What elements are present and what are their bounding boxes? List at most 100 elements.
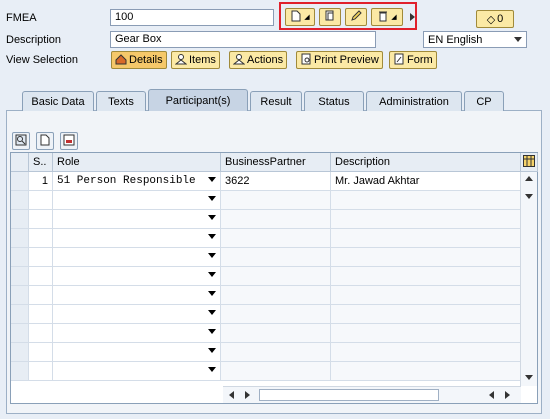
row-selector[interactable] [11, 305, 29, 324]
tab-status[interactable]: Status [304, 91, 364, 111]
delete-button[interactable]: ◢ [371, 8, 403, 26]
scroll-down-bottom-icon[interactable] [525, 375, 533, 380]
chevron-down-icon[interactable] [208, 215, 216, 220]
cell-partner[interactable] [221, 362, 331, 381]
table-row[interactable] [11, 305, 521, 324]
cell-role[interactable] [53, 286, 221, 305]
column-settings-button[interactable] [521, 153, 538, 172]
table-row[interactable] [11, 210, 521, 229]
cell-role[interactable] [53, 267, 221, 286]
row-selector[interactable] [11, 229, 29, 248]
column-header-partner[interactable]: BusinessPartner [221, 153, 331, 172]
copy-button[interactable] [319, 8, 341, 26]
cell-partner[interactable] [221, 324, 331, 343]
magnifier-icon [15, 134, 27, 149]
chevron-down-icon[interactable] [208, 234, 216, 239]
scroll-left-icon[interactable] [229, 391, 234, 399]
language-select[interactable]: EN English [423, 31, 527, 48]
fmea-field[interactable]: 100 [110, 9, 274, 26]
row-selector[interactable] [11, 248, 29, 267]
row-selector[interactable] [11, 324, 29, 343]
cell-role[interactable] [53, 343, 221, 362]
table-row[interactable]: 1 51 Person Responsible 3622 Mr. Jawad A… [11, 172, 521, 191]
row-selector[interactable] [11, 343, 29, 362]
cell-partner[interactable] [221, 267, 331, 286]
column-header-description[interactable]: Description [331, 153, 521, 172]
cell-role[interactable] [53, 305, 221, 324]
cell-role[interactable] [53, 210, 221, 229]
description-field[interactable]: Gear Box [110, 31, 376, 48]
cell-partner[interactable] [221, 210, 331, 229]
table-row[interactable] [11, 343, 521, 362]
scroll-up-icon[interactable] [525, 176, 533, 181]
insert-row-button[interactable] [36, 132, 54, 150]
chevron-down-icon[interactable] [208, 253, 216, 258]
view-items-button[interactable]: Items [171, 51, 220, 69]
row-selector[interactable] [11, 172, 29, 191]
row-selector[interactable] [11, 267, 29, 286]
row-selector[interactable] [11, 286, 29, 305]
cell-description [331, 286, 521, 305]
create-button[interactable]: ◢ [285, 8, 315, 26]
cell-description: Mr. Jawad Akhtar [331, 172, 521, 191]
table-row[interactable] [11, 286, 521, 305]
table-row[interactable] [11, 267, 521, 286]
more-arrow-icon[interactable] [410, 13, 415, 21]
view-print-preview-button[interactable]: Print Preview [296, 51, 383, 69]
row-selector[interactable] [11, 210, 29, 229]
chevron-down-icon[interactable] [208, 310, 216, 315]
tab-basic-data[interactable]: Basic Data [22, 91, 94, 111]
cell-partner[interactable] [221, 286, 331, 305]
tab-texts[interactable]: Texts [96, 91, 146, 111]
cell-role[interactable] [53, 324, 221, 343]
tab-result[interactable]: Result [250, 91, 302, 111]
view-form-button[interactable]: Form [389, 51, 437, 69]
table-row[interactable] [11, 362, 521, 381]
cell-partner[interactable] [221, 343, 331, 362]
chevron-down-icon[interactable] [208, 367, 216, 372]
column-header-seq[interactable]: S.. [29, 153, 53, 172]
table-row[interactable] [11, 324, 521, 343]
view-actions-button[interactable]: Actions [229, 51, 288, 69]
scroll-thumb[interactable] [259, 389, 439, 401]
scroll-right-end-icon[interactable] [505, 391, 510, 399]
chevron-down-icon[interactable] [208, 196, 216, 201]
edit-button[interactable] [345, 8, 367, 26]
chevron-down-icon[interactable] [208, 272, 216, 277]
delete-row-button[interactable] [60, 132, 78, 150]
column-header-role[interactable]: Role [53, 153, 221, 172]
row-selector[interactable] [11, 362, 29, 381]
horizontal-scrollbar[interactable] [223, 386, 521, 403]
cell-role[interactable] [53, 248, 221, 267]
table-row[interactable] [11, 248, 521, 267]
details-view-button[interactable] [12, 132, 30, 150]
chevron-down-icon[interactable] [208, 177, 216, 182]
new-document-icon [39, 134, 51, 149]
cell-role[interactable] [53, 191, 221, 210]
tab-administration[interactable]: Administration [366, 91, 462, 111]
table-row[interactable] [11, 229, 521, 248]
chevron-down-icon[interactable] [208, 291, 216, 296]
cell-partner[interactable] [221, 191, 331, 210]
cell-role[interactable] [53, 362, 221, 381]
tab-cp[interactable]: CP [464, 91, 504, 111]
cell-partner[interactable] [221, 305, 331, 324]
role-value: 51 Person Responsible [57, 175, 196, 187]
vertical-scrollbar[interactable] [520, 172, 537, 386]
table-row[interactable] [11, 191, 521, 210]
view-details-button[interactable]: Details [111, 51, 167, 69]
chevron-down-icon[interactable] [208, 329, 216, 334]
cell-partner[interactable] [221, 229, 331, 248]
cell-partner[interactable]: 3622 [221, 172, 331, 191]
scroll-right-icon[interactable] [245, 391, 250, 399]
chevron-down-icon[interactable] [208, 348, 216, 353]
cell-role[interactable] [53, 229, 221, 248]
row-selector[interactable] [11, 191, 29, 210]
tab-participants[interactable]: Participant(s) [148, 89, 248, 111]
cell-role[interactable]: 51 Person Responsible [53, 172, 221, 191]
scroll-left-end-icon[interactable] [489, 391, 494, 399]
status-button[interactable]: ◇ 0 [476, 10, 514, 28]
scroll-down-icon[interactable] [525, 194, 533, 199]
cell-seq [29, 210, 53, 229]
cell-partner[interactable] [221, 248, 331, 267]
